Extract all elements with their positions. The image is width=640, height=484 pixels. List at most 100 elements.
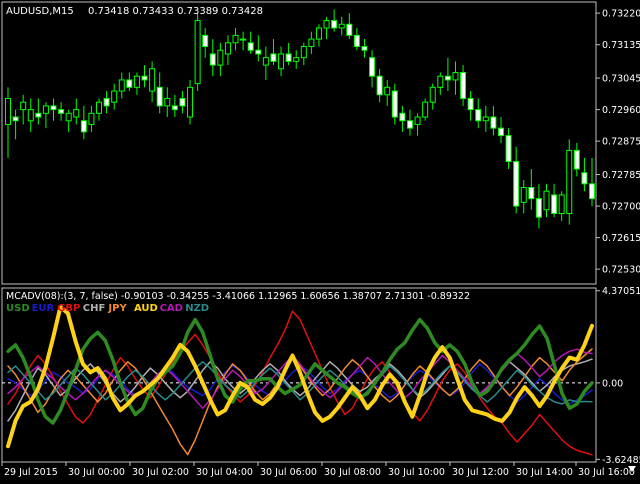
candle-bear	[50, 105, 57, 111]
candle-bear	[353, 34, 360, 48]
candle-bear	[80, 120, 87, 133]
legend-usd: USD	[6, 303, 30, 314]
candle-bull	[293, 57, 300, 62]
candle-bear	[535, 198, 542, 218]
candle-bear	[35, 112, 42, 118]
time-axis-label: 30 Jul 04:00	[196, 467, 253, 478]
time-axis-label: 30 Jul 10:00	[388, 467, 445, 478]
candle-bear	[505, 135, 512, 163]
candle-bear	[406, 120, 413, 129]
candle-bull	[27, 109, 34, 122]
candle-bull	[20, 101, 27, 111]
price-axis-label: 0.72785	[602, 170, 640, 181]
time-axis-label: 29 Jul 2015	[4, 467, 58, 478]
candle-bear	[551, 194, 558, 215]
candle-bear	[573, 149, 580, 170]
candle-bear	[156, 86, 163, 107]
candle-bull	[414, 116, 421, 125]
candle-bull	[73, 109, 80, 118]
candle-bear	[270, 53, 277, 62]
candle-bear	[179, 97, 186, 107]
candle-bull	[96, 101, 103, 114]
candle-bear	[528, 187, 535, 200]
candle-bear	[346, 23, 353, 36]
candle-bull	[520, 187, 527, 203]
candle-bear	[589, 183, 595, 200]
legend-eur: EUR	[32, 303, 55, 314]
indicator-axis-label: -3.62485	[602, 455, 640, 466]
candle-bear	[460, 72, 467, 99]
price-axis-label: 0.72960	[602, 105, 640, 116]
legend-gbp: GBP	[57, 303, 80, 314]
candle-bull	[315, 27, 322, 40]
candle-bull	[232, 34, 239, 44]
ohlc-values: 0.73418 0.73433 0.73389 0.73428	[88, 6, 263, 17]
price-axis-label: 0.73220	[602, 9, 640, 20]
candle-bear	[497, 127, 504, 137]
candle-bear	[58, 109, 65, 114]
candle-bear	[12, 116, 19, 122]
candle-bull	[224, 42, 231, 55]
candle-bear	[285, 53, 292, 62]
candle-bear	[209, 53, 216, 66]
candle-bull	[194, 20, 201, 85]
candle-bear	[467, 97, 474, 111]
legend-jpy: JPY	[107, 303, 127, 314]
candle-bull	[429, 86, 436, 103]
candle-bear	[171, 105, 178, 111]
time-axis-label: 30 Jul 06:00	[260, 467, 317, 478]
chart-canvas[interactable]: 0.73220 0.73135 0.73045 0.72960 0.72875 0.727…	[0, 0, 640, 480]
candle-bull	[543, 190, 550, 211]
candle-bull	[164, 97, 171, 107]
legend-chf: CHF	[83, 303, 106, 314]
candle-bull	[452, 72, 459, 81]
candle-bull	[118, 79, 125, 92]
candle-bull	[323, 20, 330, 29]
candle-bull	[187, 86, 194, 118]
candle-bull	[111, 90, 118, 103]
time-axis-label: 30 Jul 08:00	[324, 467, 381, 478]
chart-background	[0, 0, 640, 480]
price-axis-label: 0.72700	[602, 202, 640, 213]
candle-bull	[308, 38, 315, 48]
candle-bull	[88, 112, 95, 125]
price-axis-label: 0.73045	[602, 74, 640, 85]
legend-cad: CAD	[160, 303, 183, 314]
price-axis-label: 0.72875	[602, 137, 640, 148]
candle-bear	[103, 97, 110, 107]
candle-bull	[65, 112, 72, 122]
candle-bear	[399, 112, 406, 122]
legend-aud: AUD	[134, 303, 158, 314]
time-axis-label: 30 Jul 14:00	[516, 467, 573, 478]
candle-bear	[331, 20, 338, 29]
time-axis-label: 30 Jul 16:00	[578, 467, 635, 478]
candle-bull	[5, 97, 11, 125]
candle-bear	[475, 109, 482, 122]
price-axis-label: 0.73135	[602, 40, 640, 51]
candle-bear	[247, 42, 254, 51]
time-axis-label: 30 Jul 00:00	[68, 467, 125, 478]
candle-bear	[361, 46, 368, 51]
candle-bull	[133, 75, 140, 88]
symbol-timeframe: AUDUSD,M15	[6, 6, 74, 17]
candle-bear	[369, 57, 376, 77]
candle-bear	[376, 75, 383, 96]
candle-bear	[202, 34, 209, 48]
candle-bull	[437, 75, 444, 88]
candle-bull	[217, 49, 224, 66]
candle-bull	[338, 23, 345, 29]
price-axis-label: 0.72615	[602, 233, 640, 244]
candle-bear	[126, 79, 133, 88]
time-axis-label: 30 Jul 02:00	[132, 467, 189, 478]
candle-bear	[444, 75, 451, 81]
candle-bull	[300, 46, 307, 59]
trading-chart[interactable]: 0.73220 0.73135 0.73045 0.72960 0.72875 0.727…	[0, 0, 640, 480]
time-axis-label: 30 Jul 12:00	[452, 467, 509, 478]
candle-bull	[149, 68, 156, 92]
candle-bull	[482, 116, 489, 122]
indicator-title: MCADV(08):(3, 7, false) -0.90103 -0.3425…	[6, 291, 470, 302]
price-axis-label: 0.72530	[602, 265, 640, 276]
candle-bear	[490, 116, 497, 129]
candle-bull	[278, 53, 285, 70]
candle-bull	[422, 101, 429, 118]
